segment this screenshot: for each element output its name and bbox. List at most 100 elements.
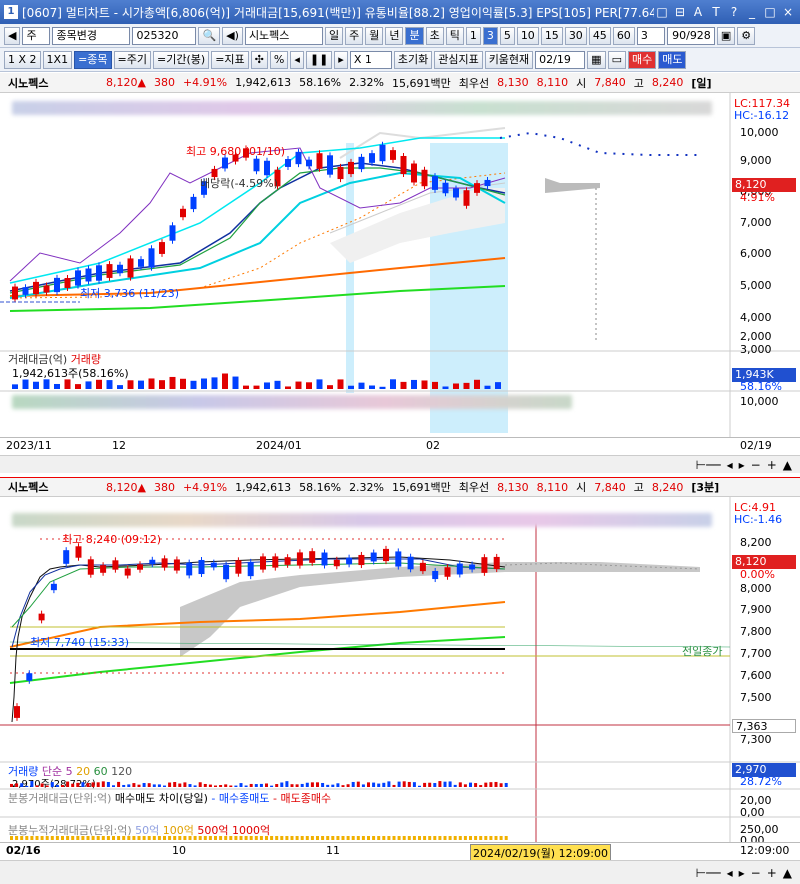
- panel2-scrollbar[interactable]: ⊢── ◂ ▸ − + ▲: [0, 860, 800, 884]
- panel1-period: [일]: [691, 76, 712, 90]
- stock-code-input[interactable]: 025320: [132, 26, 197, 45]
- panel2-ytick-5: 7,700: [740, 647, 772, 660]
- panel1-volume-bar: [348, 385, 354, 389]
- sync-range-button[interactable]: =기간(봉): [153, 50, 210, 69]
- calendar-icon[interactable]: ▦: [587, 50, 606, 69]
- period-minute[interactable]: 분: [405, 26, 424, 45]
- period-tick[interactable]: 틱: [445, 26, 464, 45]
- kiwoom-button[interactable]: 키움현재: [484, 50, 534, 69]
- period-year[interactable]: 년: [385, 26, 404, 45]
- panel1-ytick-1: 9,000: [740, 154, 772, 167]
- sell-button[interactable]: 매도: [658, 50, 687, 69]
- play-forward-icon[interactable]: ▸: [334, 50, 348, 69]
- panel1-ind-legend-blurred: [12, 395, 572, 409]
- panel2-chart[interactable]: LC:4.91 HC:-1.46 8,200 8,120 0.00% 8,000…: [0, 497, 800, 842]
- panel2-candle: [112, 560, 119, 570]
- ratio-button[interactable]: 1X1: [42, 50, 73, 69]
- scroll-right-icon[interactable]: ▸: [739, 458, 745, 472]
- panel1-scrollbar[interactable]: ⊢── ◂ ▸ − + ▲: [0, 455, 800, 473]
- interval-60[interactable]: 60: [612, 26, 635, 45]
- search-icon[interactable]: 🔍: [198, 26, 221, 45]
- panel1-high-label: 고: [633, 76, 644, 90]
- panel2-pct: +4.91%: [182, 480, 228, 494]
- period-day[interactable]: 일: [324, 26, 344, 45]
- interval-15[interactable]: 15: [540, 26, 563, 45]
- save-icon[interactable]: ▣: [716, 26, 736, 45]
- help-icon[interactable]: ?: [726, 4, 742, 20]
- percent-icon[interactable]: %: [269, 50, 289, 69]
- panel2-xtick-2: 11: [326, 844, 340, 857]
- lock-icon[interactable]: ▭: [607, 50, 626, 69]
- interval-10[interactable]: 10: [516, 26, 539, 45]
- pause-icon[interactable]: ❚❚: [305, 50, 333, 69]
- interval-3[interactable]: 3: [482, 26, 498, 45]
- config-icon[interactable]: ⚙: [737, 26, 756, 45]
- panel1-best-label: 최우선: [458, 76, 490, 90]
- panel1-ytick-6: 4,000: [740, 311, 772, 324]
- panel1-candle: [285, 159, 291, 167]
- prev-button[interactable]: ◀: [4, 26, 21, 45]
- panel1-candle: [85, 268, 92, 282]
- market-type-select[interactable]: 주: [22, 26, 51, 45]
- panel2-candle: [50, 583, 57, 591]
- scroll2-right-icon[interactable]: ▸: [739, 866, 745, 880]
- period-second[interactable]: 초: [425, 26, 444, 45]
- period-week[interactable]: 주: [345, 26, 364, 45]
- scroll2-slider-icon[interactable]: ⊢──: [696, 866, 721, 880]
- init-button[interactable]: 초기화: [393, 50, 433, 69]
- panel1-volume-bar: [474, 379, 480, 389]
- buy-button[interactable]: 매수: [627, 50, 657, 69]
- panel2-candle: [272, 556, 279, 568]
- minimize-button[interactable]: _: [744, 4, 760, 20]
- panel1-ask: 8,130: [497, 76, 529, 89]
- window-btn-1[interactable]: □: [654, 4, 670, 20]
- panel1-bid: 8,110: [536, 76, 569, 89]
- panel1-volume-bar: [54, 383, 60, 389]
- period-month[interactable]: 월: [365, 26, 384, 45]
- zoom-out-icon[interactable]: −: [751, 458, 761, 472]
- panel2-candle: [26, 673, 33, 681]
- panel1-candle: [127, 258, 134, 278]
- zoom-select[interactable]: X 1: [349, 50, 392, 69]
- panel2-low-tag: 7,363: [732, 719, 796, 733]
- interval-45[interactable]: 45: [588, 26, 611, 45]
- scroll-left-icon[interactable]: ◂: [727, 458, 733, 472]
- window-btn-2[interactable]: ⊟: [672, 4, 688, 20]
- panel1-volume-bar: [463, 382, 470, 389]
- panel2-candle: [186, 562, 193, 576]
- scroll2-left-icon[interactable]: ◂: [727, 866, 733, 880]
- date-input[interactable]: 02/19: [535, 50, 586, 69]
- panel2-vol-tag-pct: 28.72%: [740, 775, 782, 788]
- sync-indicator-button[interactable]: =지표: [211, 50, 249, 69]
- layout-button[interactable]: 1 X 2: [4, 50, 41, 69]
- sound-icon[interactable]: ◀): [222, 26, 243, 45]
- crosshair-icon[interactable]: ✣: [250, 50, 268, 69]
- maximize-button[interactable]: □: [762, 4, 778, 20]
- panel1-candle: [190, 196, 197, 210]
- panel1-xtick-4: 02/19: [740, 439, 772, 452]
- panel1-candle: [33, 281, 39, 295]
- scroll-slider-icon[interactable]: ⊢──: [696, 458, 721, 472]
- panel1-chart[interactable]: LC:117.34 HC:-16.12 10,000 9,000 8,000 7…: [0, 93, 800, 437]
- zoom2-out-icon[interactable]: −: [751, 866, 761, 880]
- close-button[interactable]: ×: [780, 4, 796, 20]
- range-input[interactable]: 90/928: [666, 26, 715, 45]
- expand-icon[interactable]: ▲: [783, 458, 792, 472]
- window-btn-4[interactable]: T: [708, 4, 724, 20]
- interval-30[interactable]: 30: [564, 26, 587, 45]
- panel1-volume-bar: [243, 385, 249, 389]
- interval-count[interactable]: 3: [636, 26, 665, 45]
- interest-indicator-button[interactable]: 관심지표: [434, 50, 483, 69]
- panel1-amount: 15,691백만: [392, 76, 451, 90]
- interval-5[interactable]: 5: [499, 26, 515, 45]
- zoom2-in-icon[interactable]: +: [767, 866, 777, 880]
- window-btn-3[interactable]: A: [690, 4, 706, 20]
- zoom-in-icon[interactable]: +: [767, 458, 777, 472]
- stock-change-select[interactable]: 종목변경: [52, 26, 131, 45]
- play-back-icon[interactable]: ◂: [290, 50, 304, 69]
- expand2-icon[interactable]: ▲: [783, 866, 792, 880]
- interval-1[interactable]: 1: [465, 26, 481, 45]
- sync-period-button[interactable]: =주기: [113, 50, 152, 69]
- stock-name[interactable]: 시노펙스: [244, 26, 323, 45]
- sync-stock-button[interactable]: =종목: [74, 50, 112, 69]
